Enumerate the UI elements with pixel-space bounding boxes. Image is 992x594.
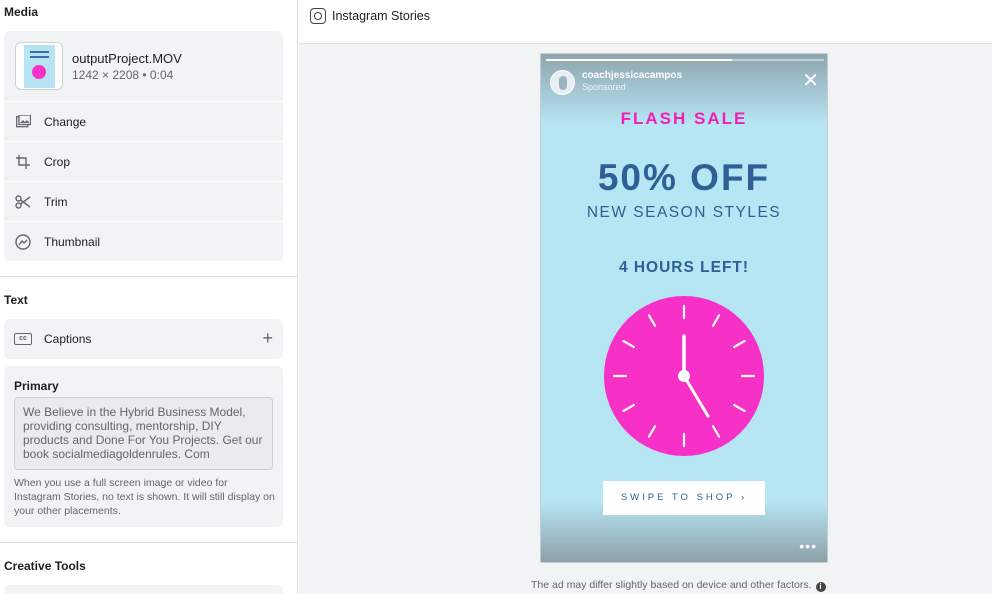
section-divider — [0, 276, 297, 277]
close-icon[interactable]: ✕ — [802, 68, 819, 93]
instagram-icon — [310, 8, 326, 24]
primary-text-field[interactable] — [14, 397, 273, 470]
media-section-title: Media — [4, 5, 39, 19]
more-options-icon[interactable]: ••• — [799, 538, 817, 554]
settings-panel: Media outputProject.MOV 1242 × 2208 • 0:… — [0, 0, 298, 594]
discount-text: 50% OFF — [597, 157, 771, 198]
preview-area: Instagram Stories coachjessicacampos Spo… — [299, 0, 992, 594]
clock-graphic — [604, 296, 764, 456]
primary-text-card: Primary When you use a full screen image… — [4, 366, 283, 527]
placement-header: Instagram Stories — [299, 0, 992, 44]
creative-tools-card — [4, 585, 283, 594]
media-card: outputProject.MOV 1242 × 2208 • 0:04 Cha… — [4, 31, 283, 261]
story-preview[interactable]: coachjessicacampos Sponsored ✕ FLASH SAL… — [540, 53, 828, 563]
primary-text-note: When you use a full screen image or vide… — [14, 477, 275, 517]
crop-label: Crop — [44, 154, 71, 169]
preview-disclaimer: The ad may differ slightly based on devi… — [531, 579, 826, 592]
avatar — [550, 70, 575, 95]
season-styles-text: NEW SEASON STYLES — [586, 204, 782, 221]
creative-tools-title: Creative Tools — [4, 559, 86, 573]
thumbnail-button[interactable]: Thumbnail — [4, 221, 283, 261]
text-section-title: Text — [4, 293, 28, 307]
image-icon — [14, 113, 32, 131]
add-captions-icon[interactable]: + — [262, 328, 273, 349]
scissors-icon — [14, 193, 32, 211]
thumbnail-label: Thumbnail — [44, 234, 101, 249]
info-icon[interactable]: i — [815, 582, 826, 592]
hours-left-text: 4 HOURS LEFT! — [618, 259, 750, 276]
story-username: coachjessicacampos — [582, 70, 683, 81]
primary-text-title: Primary — [14, 379, 59, 393]
flash-sale-text: FLASH SALE — [620, 109, 748, 128]
change-media-button[interactable]: Change — [4, 101, 283, 141]
crop-icon — [14, 153, 32, 171]
placement-title: Instagram Stories — [332, 9, 430, 23]
swipe-to-shop-button[interactable]: SWIPE TO SHOP › — [603, 481, 765, 515]
media-file-meta: 1242 × 2208 • 0:04 — [72, 68, 174, 82]
thumbnail-icon — [14, 233, 32, 251]
sponsored-label: Sponsored — [582, 82, 626, 92]
captions-icon: cc — [14, 330, 32, 348]
captions-label: Captions — [44, 332, 92, 346]
trim-button[interactable]: Trim — [4, 181, 283, 221]
section-divider — [0, 542, 297, 543]
captions-row[interactable]: cc Captions + — [4, 319, 283, 359]
crop-button[interactable]: Crop — [4, 141, 283, 181]
story-progress-bar — [546, 59, 824, 61]
change-label: Change — [44, 114, 87, 129]
trim-label: Trim — [44, 194, 68, 209]
media-thumbnail[interactable] — [15, 42, 63, 90]
media-file-name: outputProject.MOV — [72, 51, 182, 66]
